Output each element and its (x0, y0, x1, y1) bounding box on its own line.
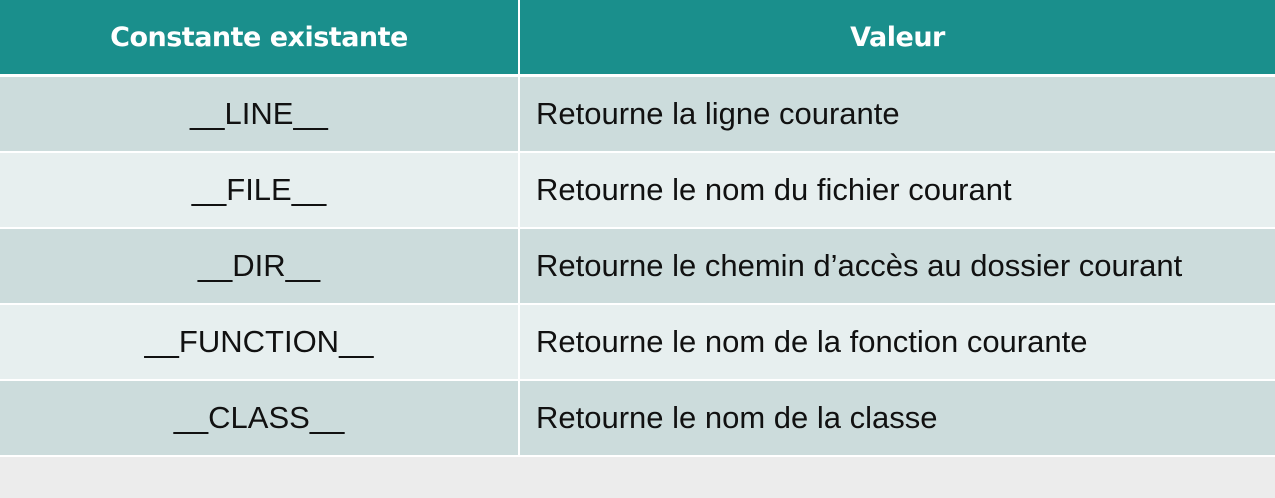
cell-value: Retourne le nom de la fonction courante (519, 304, 1275, 381)
header-constant: Constante existante (0, 0, 520, 77)
header-value: Valeur (519, 0, 1275, 77)
cell-value: Retourne le nom de la classe (519, 380, 1275, 457)
slide-canvas: Constante existante Valeur __LINE__ Reto… (0, 0, 1275, 498)
table-body: __LINE__ Retourne la ligne courante __FI… (0, 75, 1275, 457)
cell-value: Retourne le nom du fichier courant (519, 152, 1275, 229)
table-row: __CLASS__ Retourne le nom de la classe (0, 380, 1275, 457)
constants-table: Constante existante Valeur __LINE__ Reto… (0, 0, 1275, 457)
table-header: Constante existante Valeur (0, 0, 1275, 77)
cell-value: Retourne la ligne courante (519, 75, 1275, 153)
table-row: __LINE__ Retourne la ligne courante (0, 75, 1275, 153)
cell-constant: __LINE__ (0, 75, 520, 153)
cell-constant: __FUNCTION__ (0, 304, 520, 381)
cell-constant: __DIR__ (0, 228, 520, 305)
table-row: __DIR__ Retourne le chemin d’accès au do… (0, 228, 1275, 305)
cell-constant: __FILE__ (0, 152, 520, 229)
cell-value: Retourne le chemin d’accès au dossier co… (519, 228, 1275, 305)
header-row: Constante existante Valeur (0, 0, 1275, 77)
table-row: __FUNCTION__ Retourne le nom de la fonct… (0, 304, 1275, 381)
cell-constant: __CLASS__ (0, 380, 520, 457)
table-row: __FILE__ Retourne le nom du fichier cour… (0, 152, 1275, 229)
